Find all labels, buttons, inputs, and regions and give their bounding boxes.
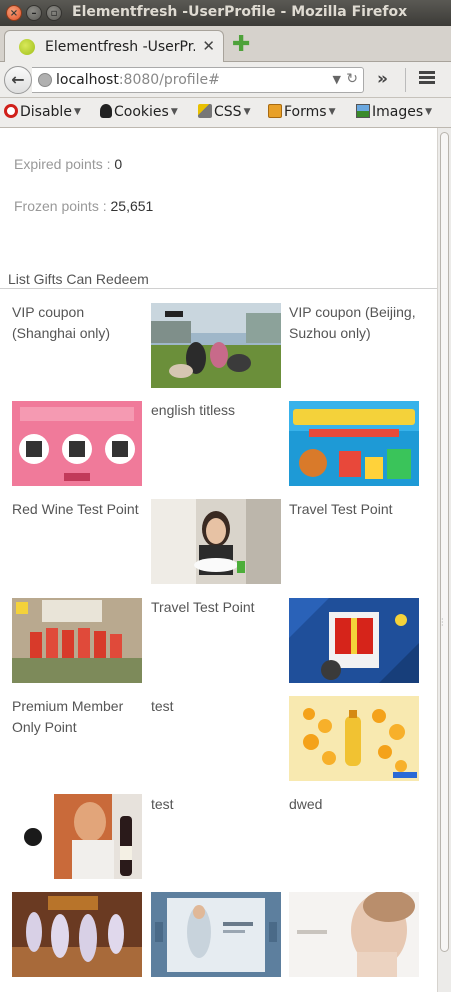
expired-points-label: Expired points (14, 156, 103, 172)
gift-image-fashion-slider[interactable] (151, 892, 281, 977)
gift-image-qr-banner[interactable] (12, 401, 142, 486)
window-title: Elementfresh -UserProfile - Mozilla Fire… (72, 4, 408, 20)
devbar-cookies-menu[interactable]: Cookies ▼ (100, 104, 178, 120)
forms-icon (268, 104, 282, 118)
gift-image-sale-banner[interactable] (289, 401, 419, 486)
gift-name-2[interactable]: VIP coupon (Beijing, Suzhou only) (289, 302, 429, 344)
devbar-forms-menu[interactable]: Forms ▼ (268, 104, 335, 120)
section-divider (0, 288, 437, 289)
css-icon (198, 104, 212, 118)
gift-name-3[interactable]: english titless (151, 400, 281, 421)
url-dropdown-icon[interactable]: ▼ (333, 73, 341, 86)
page-viewport: Expired points : 0 Frozen points : 25,65… (0, 128, 437, 992)
devbar-css-menu[interactable]: CSS ▼ (198, 104, 250, 120)
url-text[interactable]: localhost:8080/profile# (56, 72, 220, 88)
gift-list-title: List Gifts Can Redeem (8, 271, 149, 287)
window-minimize-button[interactable]: – (26, 5, 42, 21)
navigation-toolbar: ← localhost:8080/profile# ▼ ↻ » (0, 62, 451, 98)
back-button[interactable]: ← (4, 66, 32, 94)
tab-strip: Elementfresh -UserPr... ✕ ✚ (0, 26, 451, 63)
gift-image-dining[interactable] (151, 499, 281, 584)
gift-image-wine-man[interactable] (12, 794, 142, 879)
toolbar-separator (405, 68, 406, 92)
hamburger-menu-icon[interactable] (412, 69, 442, 91)
frozen-points-label: Frozen points (14, 198, 99, 214)
window-maximize-button[interactable]: ▫ (46, 5, 62, 21)
gift-image-orange-bubbles[interactable] (289, 696, 419, 781)
gift-name-4[interactable]: Red Wine Test Point (12, 499, 142, 520)
disable-icon (4, 104, 18, 118)
web-developer-toolbar: Disable ▼ Cookies ▼ CSS ▼ Forms ▼ Images ▼ (0, 98, 451, 128)
toolbar-overflow-button[interactable]: » (377, 69, 388, 89)
gift-name-10[interactable]: dwed (289, 794, 429, 815)
scrollbar-thumb[interactable] (440, 132, 449, 952)
expired-points-value: 0 (114, 156, 123, 172)
window-close-button[interactable]: × (6, 5, 22, 21)
gift-name-8[interactable]: test (151, 696, 281, 717)
gift-name-9[interactable]: test (151, 794, 281, 815)
cookies-icon (100, 104, 112, 118)
devbar-images-menu[interactable]: Images ▼ (356, 104, 432, 120)
site-favicon-icon (19, 39, 35, 55)
tab-close-icon[interactable]: ✕ (202, 37, 215, 55)
globe-icon (38, 73, 52, 87)
gift-image-ballet[interactable] (12, 892, 142, 977)
images-icon (356, 104, 370, 118)
frozen-points-value: 25,651 (110, 198, 154, 214)
new-tab-button[interactable]: ✚ (232, 32, 250, 57)
scrollbar-grip-icon: · · · (441, 615, 444, 630)
gift-name-5[interactable]: Travel Test Point (289, 499, 429, 520)
tab-label: Elementfresh -UserPr... (45, 39, 195, 55)
window-titlebar: × – ▫ Elementfresh -UserProfile - Mozill… (0, 0, 451, 26)
gift-image-adidas[interactable] (151, 303, 281, 388)
gift-name-7[interactable]: Premium Member Only Point (12, 696, 142, 738)
page-scrollbar[interactable]: · · · (437, 128, 451, 992)
gift-image-soccer-team[interactable] (12, 598, 142, 683)
expired-points-line: Expired points : 0 (14, 156, 123, 172)
frozen-points-line: Frozen points : 25,651 (14, 198, 154, 214)
devbar-disable-menu[interactable]: Disable ▼ (4, 104, 81, 120)
gift-name-1[interactable]: VIP coupon (Shanghai only) (12, 302, 140, 344)
gift-name-6[interactable]: Travel Test Point (151, 597, 281, 618)
gift-image-gift-box[interactable] (289, 598, 419, 683)
reload-icon[interactable]: ↻ (346, 71, 358, 87)
tab-active[interactable]: Elementfresh -UserPr... ✕ (4, 30, 224, 63)
url-bar[interactable]: localhost:8080/profile# ▼ ↻ (32, 67, 364, 93)
gift-image-cosmetics-model[interactable] (289, 892, 419, 977)
